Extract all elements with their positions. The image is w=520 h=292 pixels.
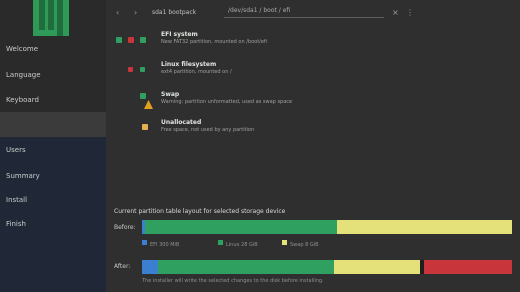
status-red-icon [128,67,133,72]
after-label: After: [114,263,131,270]
toolbar: ‹ › sda1 bootpack /dev/sda1 / boot / efi… [106,0,520,26]
status-green-icon [140,67,145,72]
sidebar-selected-highlight [0,112,106,137]
sidebar-item-summary[interactable]: Summary [6,172,40,180]
legend-swatch-green [218,240,223,245]
partition-desc: Warning: partition unformatted, used as … [161,99,293,105]
partition-desc: ext4 partition, mounted on / [161,69,232,75]
sidebar-item-welcome[interactable]: Welcome [6,45,38,53]
sidebar-item-install[interactable]: Install [6,196,27,204]
legend-swatch-blue [142,240,147,245]
bar-segment-unallocated [424,260,512,274]
clear-icon[interactable]: × [392,8,399,17]
forward-icon[interactable]: › [134,8,137,17]
footnote: The installer will write the selected ch… [142,278,324,284]
sidebar-item-finish[interactable]: Finish [6,220,26,228]
partition-desc: New FAT32 partition, mounted on /boot/ef… [161,39,268,45]
status-red-icon [128,37,134,43]
legend-label: EFI 300 MiB [150,242,180,248]
partition-flags-icon [114,93,154,109]
usage-legend: EFI 300 MiB Linux 28 GiB Swap 8 GiB [142,240,512,250]
path-field[interactable]: /dev/sda1 / boot / efi [224,7,384,18]
partition-name: Swap [161,91,180,98]
partition-entry[interactable]: Unallocated Free space, not used by any … [114,119,514,141]
bar-segment-linux [158,260,334,274]
usage-bar-after [142,260,512,274]
partition-flags-icon [114,33,154,49]
main-panel: ‹ › sda1 bootpack /dev/sda1 / boot / efi… [106,0,520,292]
sidebar-item-users[interactable]: Users [6,146,26,154]
partition-desc: Free space, not used by any partition [161,127,255,133]
partition-entry[interactable]: EFI system New FAT32 partition, mounted … [114,31,514,53]
bar-segment-linux [145,220,337,234]
partition-flags-icon [114,121,154,137]
usage-bar-before [142,220,512,234]
warning-icon [144,100,153,109]
sidebar-item-language[interactable]: Language [6,71,41,79]
legend-label: Linux 28 GiB [226,242,258,248]
partition-name: Linux filesystem [161,61,217,68]
bar-segment-swap [334,260,420,274]
breadcrumb[interactable]: sda1 bootpack [152,9,196,16]
partition-entry[interactable]: Linux filesystem ext4 partition, mounted… [114,61,514,83]
sidebar-lower-panel [0,137,106,292]
menu-icon[interactable]: ⋮ [406,8,414,17]
bar-segment-swap [337,220,512,234]
distro-logo-icon [33,0,69,36]
sidebar: Welcome Language Keyboard Users Summary … [0,0,106,292]
partition-flags-icon [114,63,154,79]
status-green-icon [140,93,146,99]
partition-name: EFI system [161,31,198,38]
usage-title: Current partition table layout for selec… [114,208,286,215]
sidebar-item-keyboard[interactable]: Keyboard [6,96,39,104]
status-green-icon [140,37,146,43]
legend-swatch-yellow [282,240,287,245]
partition-name: Unallocated [161,119,202,126]
bar-segment-efi [142,260,158,274]
before-label: Before: [114,224,136,231]
back-icon[interactable]: ‹ [116,8,119,17]
folder-icon [142,124,148,130]
legend-label: Swap 8 GiB [290,242,319,248]
partition-entry[interactable]: Swap Warning: partition unformatted, use… [114,91,514,113]
status-green-icon [116,37,122,43]
